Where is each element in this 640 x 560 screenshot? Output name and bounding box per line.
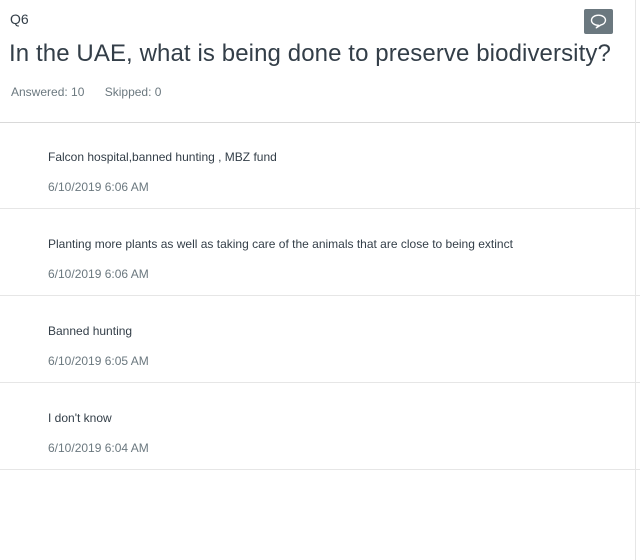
response-timestamp: 6/10/2019 6:05 AM: [48, 354, 149, 368]
panel-border: [635, 0, 636, 560]
response-stats: Answered: 10 Skipped: 0: [11, 85, 178, 99]
response-timestamp: 6/10/2019 6:04 AM: [48, 441, 149, 455]
response-text: Planting more plants as well as taking c…: [48, 237, 513, 251]
response-timestamp: 6/10/2019 6:06 AM: [48, 180, 149, 194]
question-title: In the UAE, what is being done to preser…: [9, 40, 611, 67]
responses-list: Falcon hospital,banned hunting , MBZ fun…: [0, 122, 640, 470]
question-header: Q6 In the UAE, what is being done to pre…: [0, 0, 640, 123]
survey-question-page: Q6 In the UAE, what is being done to pre…: [0, 0, 640, 560]
comment-button[interactable]: [584, 9, 613, 34]
list-item: Banned hunting 6/10/2019 6:05 AM: [0, 296, 640, 383]
skipped-count: Skipped: 0: [104, 85, 162, 99]
response-text: Banned hunting: [48, 324, 133, 338]
response-timestamp: 6/10/2019 6:06 AM: [48, 267, 149, 281]
comment-icon: [590, 14, 607, 29]
list-item: Planting more plants as well as taking c…: [0, 209, 640, 296]
response-text: I don't know: [48, 411, 112, 425]
list-item: I don't know 6/10/2019 6:04 AM: [0, 383, 640, 470]
response-text: Falcon hospital,banned hunting , MBZ fun…: [48, 150, 277, 164]
answered-count: Answered: 10: [11, 85, 85, 99]
question-number: Q6: [10, 11, 29, 27]
list-item: Falcon hospital,banned hunting , MBZ fun…: [0, 122, 640, 209]
